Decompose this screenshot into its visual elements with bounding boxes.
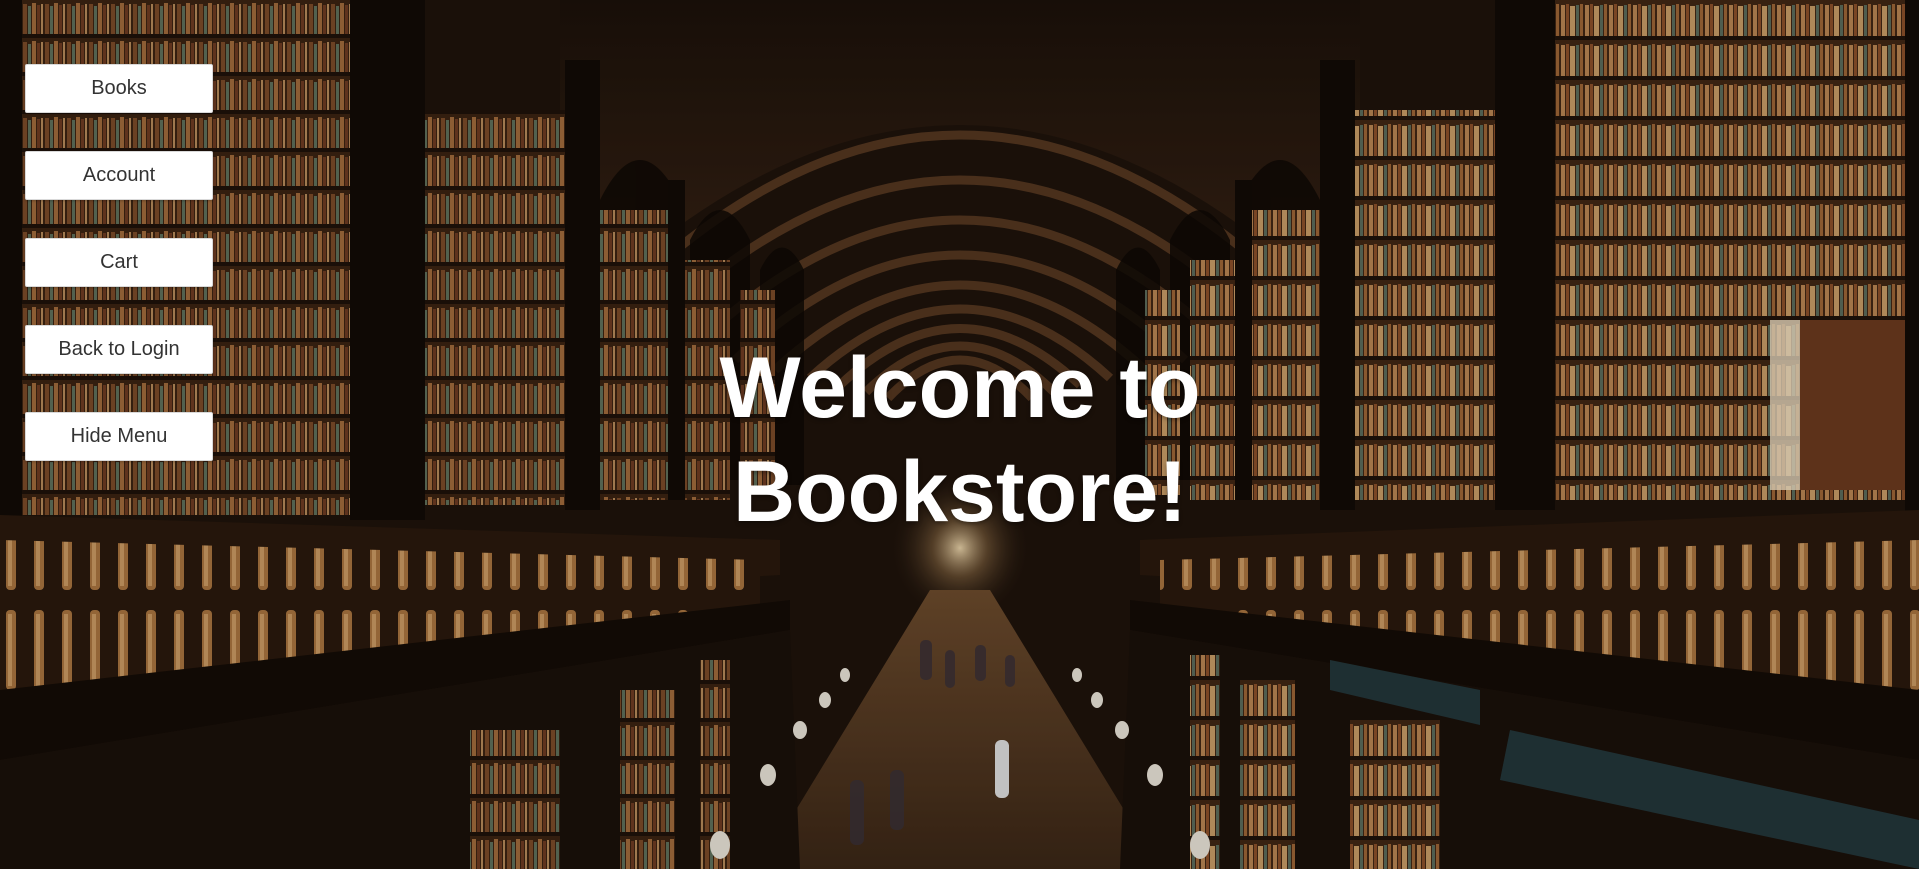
welcome-heading-line-2: Bookstore! — [733, 444, 1187, 540]
cart-button[interactable]: Cart — [25, 238, 213, 287]
back-to-login-button[interactable]: Back to Login — [25, 325, 213, 374]
books-button[interactable]: Books — [25, 64, 213, 113]
welcome-heading-line-1: Welcome to — [719, 340, 1201, 436]
side-menu: Books Account Cart Back to Login Hide Me… — [25, 64, 213, 499]
hide-menu-button[interactable]: Hide Menu — [25, 412, 213, 461]
bookstore-home: Books Account Cart Back to Login Hide Me… — [0, 0, 1919, 869]
welcome-heading: Welcome to Bookstore! — [560, 336, 1360, 544]
account-button[interactable]: Account — [25, 151, 213, 200]
